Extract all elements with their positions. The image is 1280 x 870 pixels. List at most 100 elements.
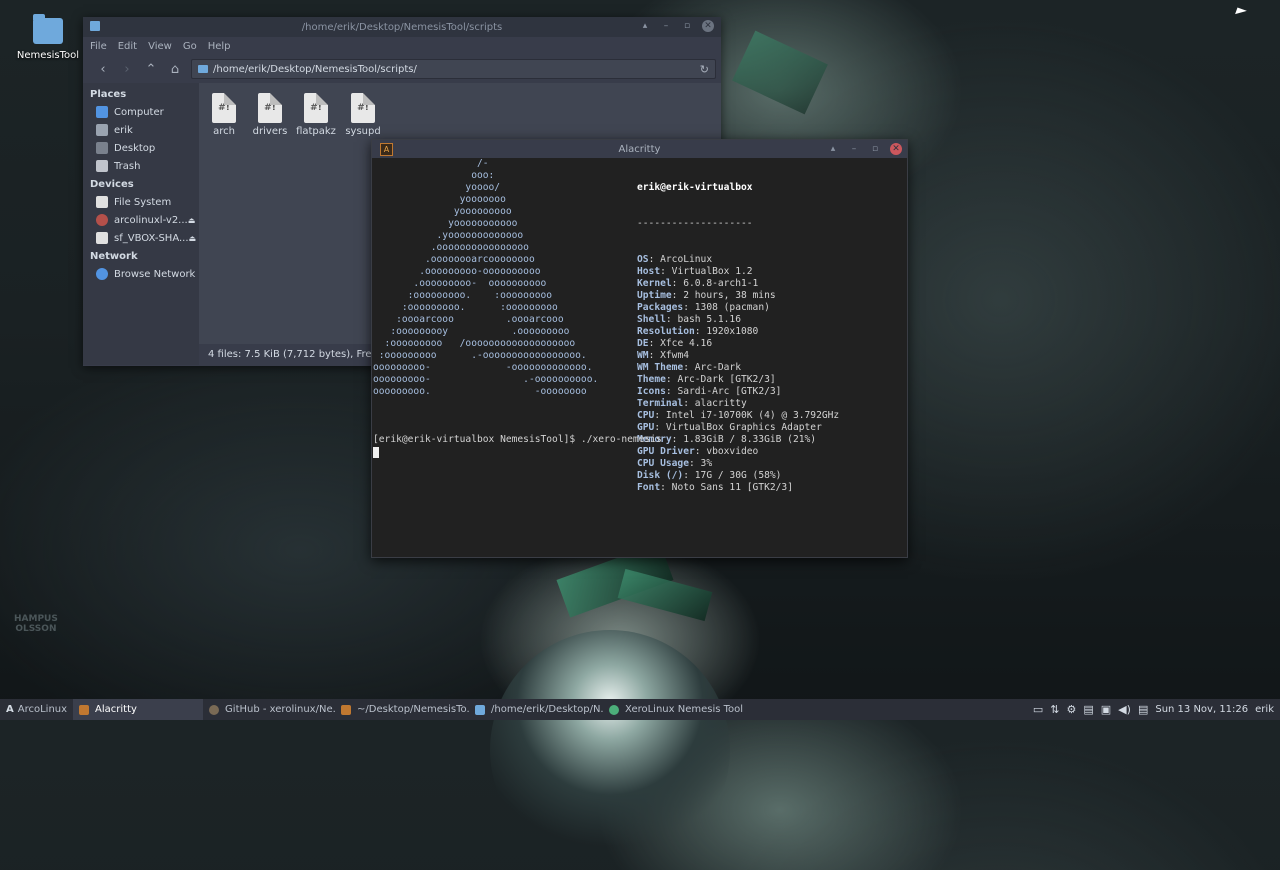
- ascii-logo-line: :ooooooooy .ooooooooo: [373, 326, 570, 337]
- ascii-logo-line: ooooooooo- -ooooooooooooo.: [373, 362, 593, 373]
- info-value: Sardi-Arc [GTK2/3]: [677, 386, 782, 397]
- ascii-logo: /- ooo: yoooo/ yooooooo yooooooooo yoooo…: [373, 158, 598, 398]
- terminal-titlebar[interactable]: A Alacritty ▴ – ▫ ✕: [372, 140, 907, 158]
- network-icon[interactable]: ⇅: [1050, 703, 1059, 716]
- info-row: Icons: Sardi-Arc [GTK2/3]: [637, 386, 839, 398]
- info-separator: :: [665, 386, 678, 397]
- sidebar-item-label: File System: [114, 196, 172, 208]
- sidebar-item-computer[interactable]: Computer: [83, 103, 199, 121]
- settings-gear-icon[interactable]: ⚙: [1066, 703, 1076, 716]
- close-button[interactable]: ✕: [890, 143, 902, 155]
- folder-icon: [198, 65, 208, 73]
- drive-icon: [96, 196, 108, 208]
- sidebar-item-label: sf_VBOX-SHA...: [114, 232, 189, 244]
- screenshot-icon[interactable]: ▣: [1101, 703, 1111, 716]
- clipboard-icon[interactable]: ▤: [1083, 703, 1093, 716]
- menu-go[interactable]: Go: [183, 41, 197, 52]
- wallpaper-planet: [490, 630, 730, 870]
- info-value: 1308 (pacman): [694, 302, 770, 313]
- file-manager-titlebar[interactable]: /home/erik/Desktop/NemesisTool/scripts ▴…: [83, 17, 721, 37]
- sidebar-item-filesystem[interactable]: File System: [83, 193, 199, 211]
- file-item-drivers[interactable]: #! drivers: [248, 93, 292, 137]
- reload-icon[interactable]: ↻: [700, 63, 709, 76]
- user-menu[interactable]: erik: [1255, 704, 1274, 715]
- menu-edit[interactable]: Edit: [118, 41, 137, 52]
- ascii-logo-line: yooooooooo: [373, 206, 512, 217]
- sidebar-item-trash[interactable]: Trash: [83, 157, 199, 175]
- watermark-line: HAMPUS: [14, 614, 58, 624]
- sidebar-heading-network: Network: [90, 251, 138, 262]
- info-key: Disk (/): [637, 470, 684, 481]
- folder-icon: [33, 14, 63, 44]
- sidebar-item-desktop[interactable]: Desktop: [83, 139, 199, 157]
- computer-icon: [96, 106, 108, 118]
- alacritty-icon: [79, 704, 90, 715]
- ascii-logo-line: .ooooooooo-oooooooooo: [373, 266, 541, 277]
- shade-button[interactable]: ▴: [639, 20, 651, 32]
- info-row: GPU Driver: vboxvideo: [637, 446, 839, 458]
- desktop-folder-nemesistool[interactable]: NemesisTool: [14, 14, 82, 61]
- ascii-logo-line: .yooooooooooooo: [373, 230, 524, 241]
- back-icon[interactable]: ‹: [91, 62, 115, 77]
- taskbar-item-nemesis-tool[interactable]: XeroLinux Nemesis Tool: [603, 699, 755, 720]
- trash-icon: [96, 160, 108, 172]
- file-label: flatpakz: [296, 126, 336, 137]
- taskbar-item-file-manager[interactable]: /home/erik/Desktop/N...: [469, 699, 603, 720]
- location-bar[interactable]: /home/erik/Desktop/NemesisTool/scripts/ …: [191, 59, 716, 79]
- info-value: 1.83GiB / 8.33GiB (21%): [683, 434, 817, 445]
- menu-file[interactable]: File: [90, 41, 107, 52]
- menu-help[interactable]: Help: [208, 41, 231, 52]
- minimize-button[interactable]: –: [660, 20, 672, 32]
- up-icon[interactable]: ⌃: [139, 62, 163, 77]
- file-item-arch[interactable]: #! arch: [202, 93, 246, 137]
- ascii-logo-line: yooooooo: [373, 194, 506, 205]
- info-separator: :: [694, 326, 707, 337]
- forward-icon[interactable]: ›: [115, 62, 139, 77]
- sidebar-heading-devices: Devices: [90, 179, 134, 190]
- sidebar-item-erik[interactable]: erik: [83, 121, 199, 139]
- minimize-button[interactable]: –: [848, 143, 860, 155]
- volume-icon[interactable]: ◀): [1118, 703, 1131, 716]
- home-icon[interactable]: ⌂: [163, 62, 187, 77]
- info-value: 17G / 30G (58%): [694, 470, 782, 481]
- close-button[interactable]: ✕: [702, 20, 714, 32]
- maximize-button[interactable]: ▫: [869, 143, 881, 155]
- taskbar-item-terminal-desktop[interactable]: ~/Desktop/NemesisTo...: [335, 699, 469, 720]
- ascii-logo-line: yoooo/: [373, 182, 501, 193]
- sidebar-item-arcolinux-iso[interactable]: arcolinuxl-v2... ⏏: [83, 211, 199, 229]
- workspace-icon[interactable]: ▭: [1033, 703, 1043, 716]
- taskbar-item-label: Alacritty: [95, 704, 137, 715]
- maximize-button[interactable]: ▫: [681, 20, 693, 32]
- info-value: VirtualBox Graphics Adapter: [665, 422, 822, 433]
- info-separator: :: [688, 458, 701, 469]
- taskbar-item-github[interactable]: GitHub - xerolinux/Ne...: [203, 699, 335, 720]
- info-key: CPU Usage: [637, 458, 689, 469]
- info-key: OS: [637, 254, 649, 265]
- system-info: erik@erik-virtualbox -------------------…: [637, 158, 839, 494]
- file-item-flatpakz[interactable]: #! flatpakz: [294, 93, 338, 137]
- menu-view[interactable]: View: [148, 41, 172, 52]
- eject-icon[interactable]: ⏏: [189, 234, 197, 243]
- info-key: Theme: [637, 374, 666, 385]
- info-row: Host: VirtualBox 1.2: [637, 266, 839, 278]
- folder-icon: [475, 704, 486, 715]
- sidebar-item-browse-network[interactable]: Browse Network: [83, 265, 199, 283]
- shade-button[interactable]: ▴: [827, 143, 839, 155]
- eject-icon[interactable]: ⏏: [188, 216, 196, 225]
- clock[interactable]: Sun 13 Nov, 11:26: [1155, 704, 1248, 715]
- separator-line: --------------------: [637, 218, 753, 229]
- ascii-logo-line: ooo:: [373, 170, 495, 181]
- info-key: Uptime: [637, 290, 672, 301]
- info-value: Arc-Dark [GTK2/3]: [677, 374, 776, 385]
- info-separator: :: [683, 302, 695, 313]
- desktop-icon-label: NemesisTool: [16, 50, 80, 61]
- file-item-sysupd[interactable]: #! sysupd: [341, 93, 385, 137]
- script-file-icon: #!: [304, 93, 328, 123]
- start-menu-button[interactable]: A ArcoLinux: [0, 699, 73, 720]
- sidebar-item-vbox-share[interactable]: sf_VBOX-SHA... ⏏: [83, 229, 199, 247]
- taskbar-item-label: /home/erik/Desktop/N...: [491, 704, 604, 715]
- ascii-logo-line: :ooooooooo /ooooooooooooooooooo: [373, 338, 576, 349]
- update-icon[interactable]: ▤: [1138, 703, 1148, 716]
- info-separator: :: [683, 398, 695, 409]
- taskbar-item-alacritty[interactable]: Alacritty: [73, 699, 204, 720]
